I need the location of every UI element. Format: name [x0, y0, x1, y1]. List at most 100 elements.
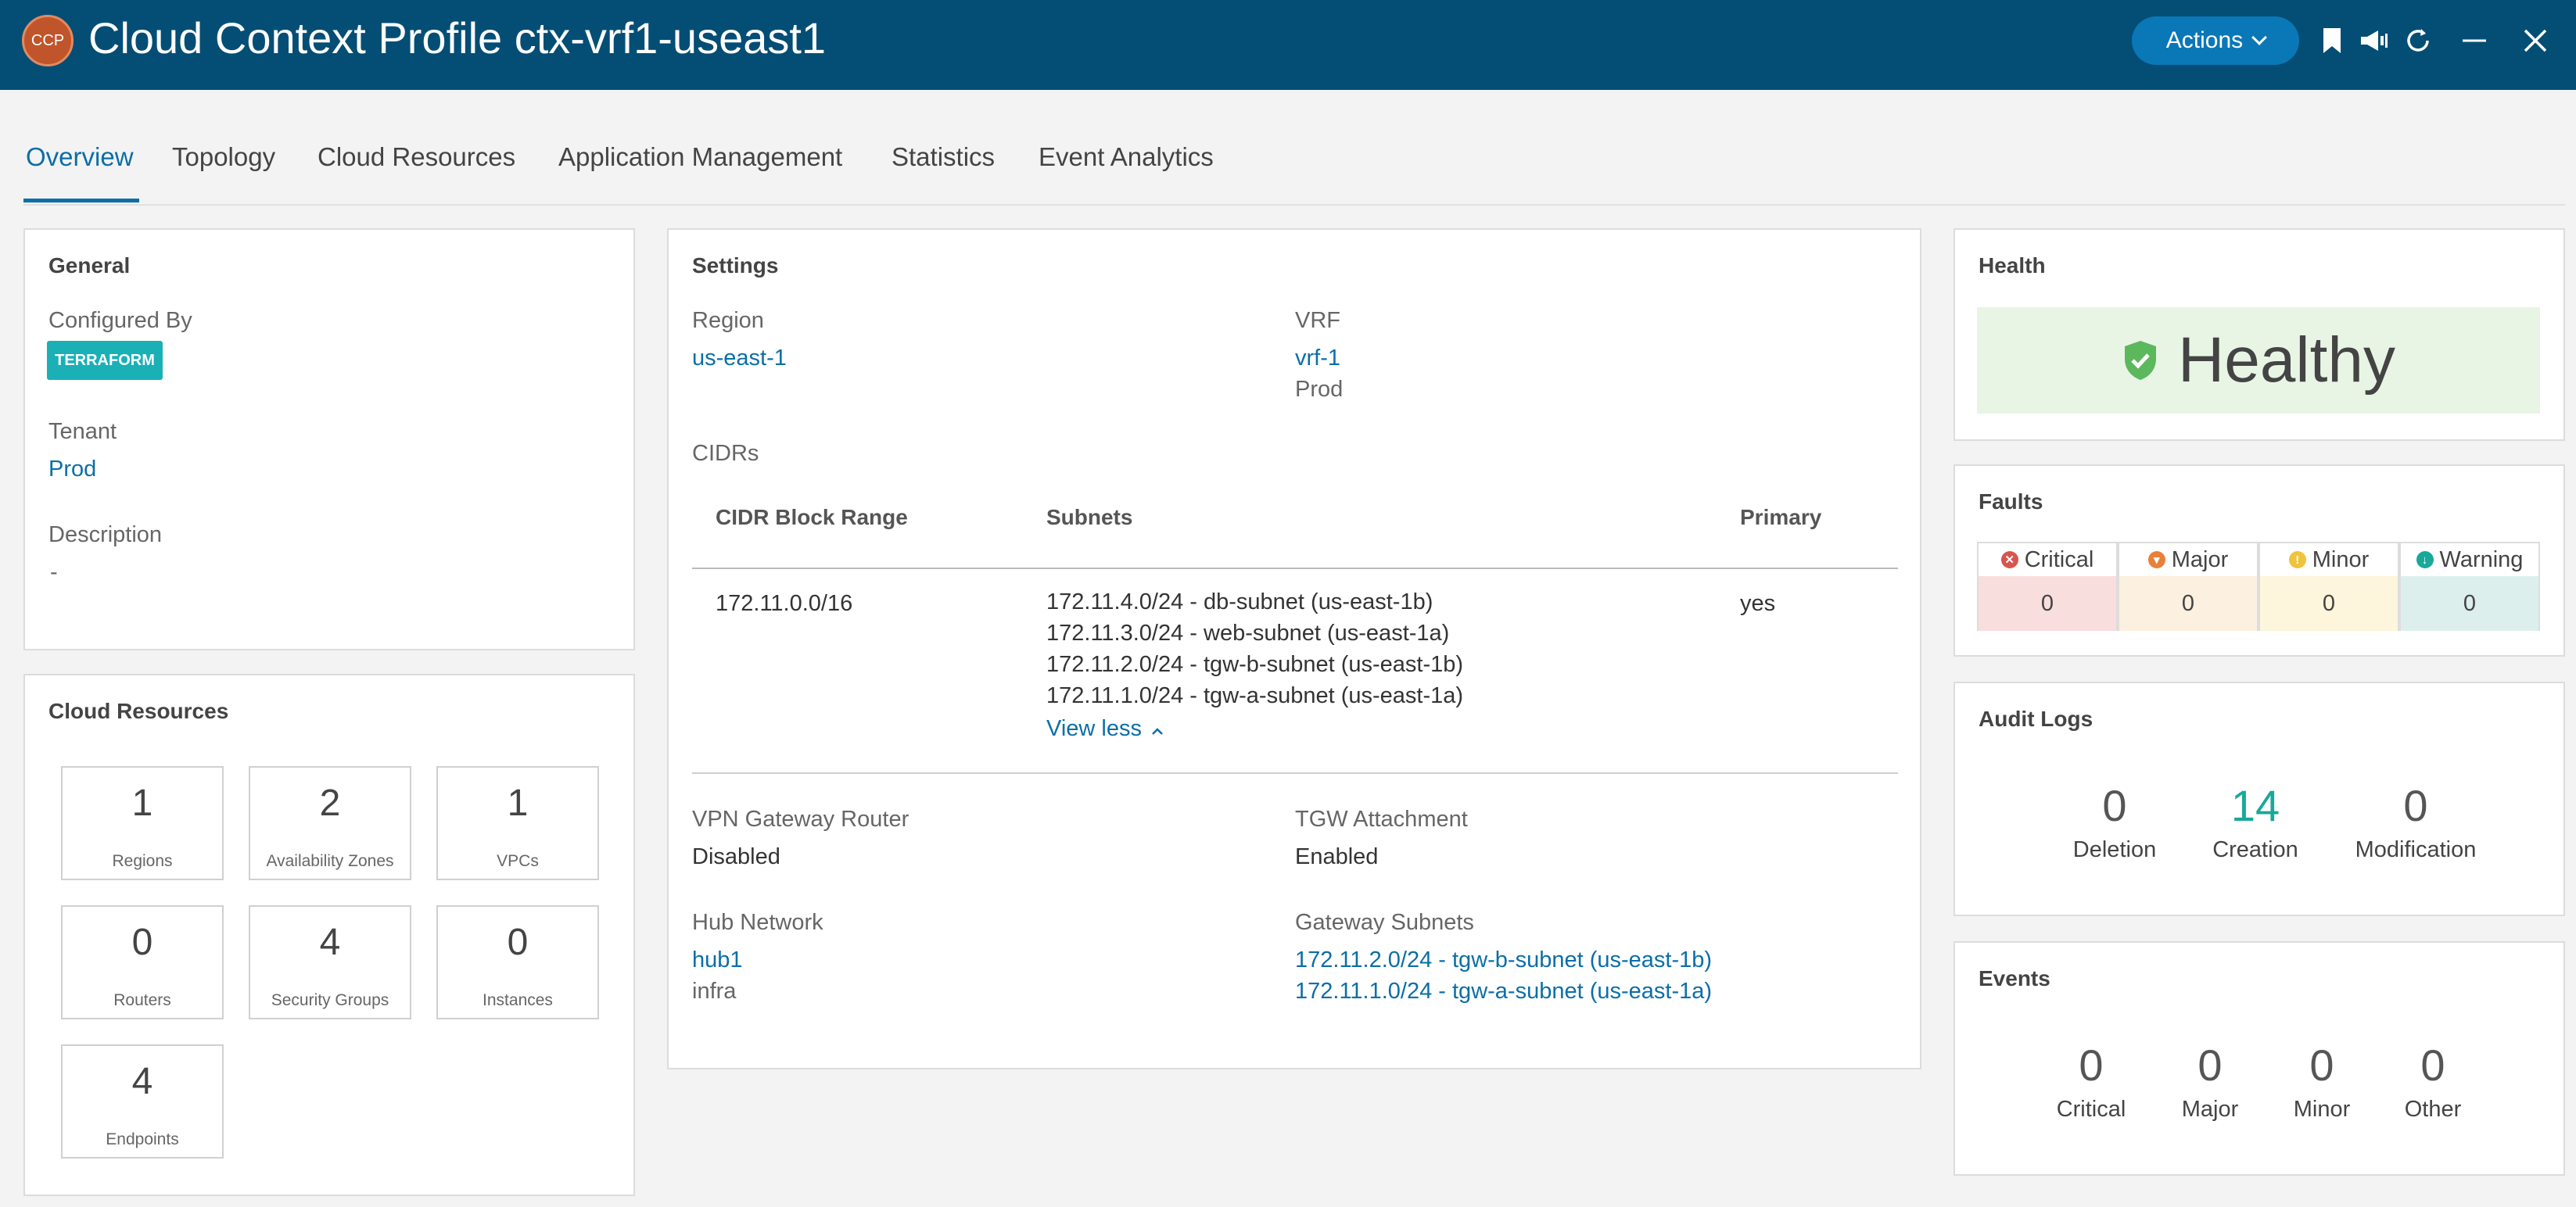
tab-statistics[interactable]: Statistics: [892, 142, 995, 172]
actions-label: Actions: [2165, 27, 2244, 53]
settings-title: Settings: [692, 253, 779, 278]
major-icon: ▾: [2147, 551, 2165, 568]
fault-minor-header: ! Minor: [2260, 543, 2398, 576]
page-title: Cloud Context Profile ctx-vrf1-useast1: [88, 13, 827, 63]
event-other[interactable]: 0 Other: [2363, 1040, 2503, 1123]
bookmark-icon[interactable]: [2316, 23, 2348, 58]
fault-warning-label: Warning: [2439, 546, 2524, 572]
vpcs-label: VPCs: [497, 852, 539, 870]
vpcs-tile[interactable]: 1 VPCs: [436, 766, 599, 880]
description-value: -: [50, 560, 58, 585]
subnet-item: 172.11.3.0/24 - web-subnet (us-east-1a): [1046, 621, 1450, 646]
general-card: General Configured By Tenant Prod Descri…: [23, 228, 635, 650]
audit-creation[interactable]: 14 Creation: [2185, 780, 2326, 863]
regions-label: Regions: [112, 852, 173, 870]
tab-cloud-resources[interactable]: Cloud Resources: [318, 142, 515, 172]
instances-tile[interactable]: 0 Instances: [436, 905, 599, 1019]
cidr-block-value: 172.11.0.0/16: [716, 591, 853, 616]
hub-network-tenant: infra: [692, 979, 737, 1004]
announcement-icon[interactable]: [2359, 23, 2390, 58]
view-less-link[interactable]: View less: [1046, 716, 1164, 742]
endpoints-tile[interactable]: 4 Endpoints: [61, 1044, 224, 1159]
fault-major-count: 0: [2119, 576, 2257, 631]
vrf-label: VRF: [1295, 308, 1340, 333]
availability-zones-tile[interactable]: 2 Availability Zones: [249, 766, 411, 880]
audit-deletion[interactable]: 0 Deletion: [2044, 780, 2185, 863]
fault-minor-cell[interactable]: ! Minor 0: [2258, 542, 2399, 631]
table-bottom-divider: [692, 772, 1898, 774]
fault-minor-label: Minor: [2312, 546, 2370, 572]
routers-tile[interactable]: 0 Routers: [61, 905, 224, 1019]
endpoints-count: 4: [131, 1061, 153, 1102]
fault-critical-count: 0: [1979, 576, 2116, 631]
hub-network-link[interactable]: hub1: [692, 947, 743, 973]
tab-application-management[interactable]: Application Management: [558, 142, 842, 172]
gateway-subnet-link[interactable]: 172.11.2.0/24 - tgw-b-subnet (us-east-1b…: [1295, 947, 1712, 973]
configured-by-label: Configured By: [48, 308, 192, 333]
audit-deletion-label: Deletion: [2072, 837, 2157, 862]
security-groups-count: 4: [319, 922, 341, 963]
audit-logs-title: Audit Logs: [1979, 707, 2093, 731]
cidr-block-range-header: CIDR Block Range: [716, 505, 908, 529]
faults-table: ✕ Critical 0 ▾ Major 0 ! Minor 0 ↓ Warning 0: [1977, 542, 2540, 631]
audit-deletion-count: 0: [2102, 781, 2127, 830]
tab-topology[interactable]: Topology: [172, 142, 275, 172]
title-bar: CCP Cloud Context Profile ctx-vrf1-useas…: [0, 0, 2576, 90]
cidrs-label: CIDRs: [692, 441, 759, 466]
tab-divider: [23, 204, 2565, 206]
tab-bar: Overview Topology Cloud Resources Applic…: [0, 125, 2576, 206]
cloud-resources-title: Cloud Resources: [48, 699, 229, 723]
audit-modification[interactable]: 0 Modification: [2345, 780, 2486, 863]
subnet-item: 172.11.2.0/24 - tgw-b-subnet (us-east-1b…: [1046, 652, 1464, 677]
fault-critical-label: Critical: [2024, 546, 2094, 572]
terraform-badge: TERRAFORM: [47, 341, 163, 380]
regions-tile[interactable]: 1 Regions: [61, 766, 224, 880]
tenant-link[interactable]: Prod: [48, 457, 96, 482]
general-title: General: [48, 253, 131, 278]
shield-check-icon: [2124, 341, 2156, 380]
actions-button[interactable]: Actions: [2132, 16, 2299, 65]
gateway-subnet-link[interactable]: 172.11.1.0/24 - tgw-a-subnet (us-east-1a…: [1295, 979, 1712, 1005]
subnet-item: 172.11.4.0/24 - db-subnet (us-east-1b): [1046, 589, 1433, 614]
vpcs-count: 1: [507, 783, 529, 824]
security-groups-label: Security Groups: [271, 991, 389, 1009]
audit-modification-label: Modification: [2355, 837, 2477, 862]
view-less-label: View less: [1046, 716, 1142, 741]
minor-icon: !: [2288, 551, 2306, 568]
vrf-link[interactable]: vrf-1: [1295, 346, 1340, 371]
fault-critical-header: ✕ Critical: [1979, 543, 2116, 576]
availability-zones-label: Availability Zones: [266, 852, 394, 870]
subnet-item: 172.11.1.0/24 - tgw-a-subnet (us-east-1a…: [1046, 683, 1464, 708]
security-groups-tile[interactable]: 4 Security Groups: [249, 905, 411, 1019]
hub-network-label: Hub Network: [692, 910, 823, 935]
fault-major-label: Major: [2171, 546, 2229, 572]
instances-label: Instances: [483, 991, 553, 1009]
audit-creation-count: 14: [2230, 781, 2280, 830]
tab-event-analytics[interactable]: Event Analytics: [1039, 142, 1214, 172]
ccp-logo: CCP: [22, 15, 74, 66]
faults-title: Faults: [1979, 489, 2043, 514]
events-title: Events: [1979, 966, 2050, 990]
fault-major-cell[interactable]: ▾ Major 0: [2118, 542, 2258, 631]
instances-count: 0: [507, 922, 529, 963]
primary-header: Primary: [1740, 505, 1822, 529]
event-other-label: Other: [2404, 1097, 2462, 1122]
vpn-gateway-value: Disabled: [692, 844, 780, 869]
routers-count: 0: [131, 922, 153, 963]
region-link[interactable]: us-east-1: [692, 346, 787, 371]
fault-warning-cell[interactable]: ↓ Warning 0: [2399, 542, 2540, 631]
warning-icon: ↓: [2416, 551, 2434, 568]
tgw-attachment-label: TGW Attachment: [1295, 807, 1468, 832]
minimize-icon[interactable]: [2459, 23, 2490, 58]
fault-critical-cell[interactable]: ✕ Critical 0: [1977, 542, 2118, 631]
tab-overview[interactable]: Overview: [26, 142, 134, 172]
close-icon[interactable]: [2520, 23, 2551, 58]
tgw-attachment-value: Enabled: [1295, 844, 1379, 869]
primary-value: yes: [1740, 591, 1776, 616]
fault-major-header: ▾ Major: [2119, 543, 2257, 576]
description-label: Description: [48, 522, 163, 547]
event-other-count: 0: [2420, 1040, 2445, 1090]
refresh-icon[interactable]: [2402, 23, 2434, 58]
audit-creation-label: Creation: [2212, 837, 2298, 862]
health-status: Healthy: [2177, 324, 2396, 396]
